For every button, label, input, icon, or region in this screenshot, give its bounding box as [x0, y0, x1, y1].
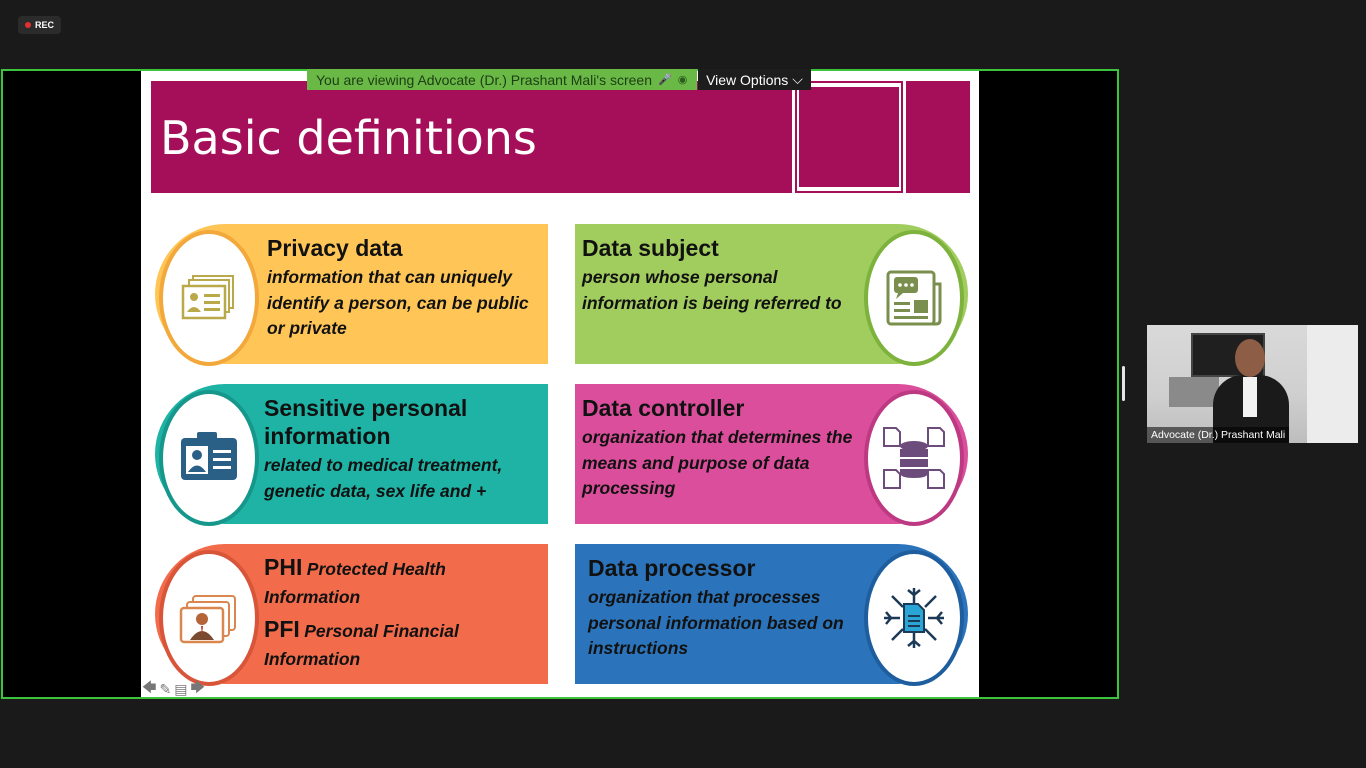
title-decoration-right — [906, 81, 970, 193]
database-documents-icon — [883, 427, 945, 489]
slide-navigation-tools: 🡄 ✎ ▤ 🡆 — [142, 679, 205, 698]
card-title: Privacy data — [267, 235, 403, 261]
banner-text: You are viewing Advocate (Dr.) Prashant … — [316, 71, 652, 88]
recording-indicator: REC — [18, 16, 61, 34]
user-cards-icon — [179, 595, 236, 644]
background-door — [1307, 325, 1358, 443]
card-description: organization that determines the means a… — [582, 427, 853, 498]
presentation-slide: Basic definitions Privacy data informati… — [141, 71, 979, 697]
id-cards-icon — [181, 275, 234, 320]
chevron-down-icon: ⌵ — [792, 71, 803, 87]
card-icon-frame — [159, 550, 259, 686]
card-data-controller: Data controller organization that determ… — [575, 384, 968, 526]
card-data-processor: Data processor organization that process… — [575, 544, 968, 686]
participant-video-tile[interactable]: Advocate (Dr.) Prashant Mali — [1147, 325, 1358, 443]
card-privacy-data: Privacy data information that can unique… — [155, 224, 548, 366]
participant-name: Advocate (Dr.) Prashant Mali — [1147, 427, 1290, 443]
card-icon-frame — [159, 230, 259, 366]
phi-term: PHI — [264, 554, 303, 580]
card-icon-frame — [864, 230, 964, 366]
background-shelf — [1169, 377, 1219, 407]
card-icon-frame — [159, 390, 259, 526]
card-title: Data subject — [582, 235, 719, 261]
panel-resize-handle[interactable] — [1122, 366, 1125, 401]
card-phi-pfi: PHI Protected Health Information PFI Per… — [155, 544, 548, 686]
card-description: organization that processes personal inf… — [588, 587, 844, 658]
recording-label: REC — [34, 20, 54, 30]
pen-tool-icon[interactable]: ✎ — [159, 681, 171, 698]
slide-menu-icon[interactable]: ▤ — [174, 681, 187, 698]
id-badge-icon — [181, 432, 237, 480]
previous-slide-icon[interactable]: 🡄 — [142, 677, 156, 701]
newspaper-chat-icon — [886, 270, 942, 326]
participant-head — [1235, 339, 1265, 377]
record-dot-icon — [24, 22, 31, 28]
card-description: information that can uniquely identify a… — [267, 267, 529, 338]
card-data-subject: Data subject person whose personal infor… — [575, 224, 968, 366]
participant-shirt — [1243, 377, 1257, 417]
screen-share-banner: You are viewing Advocate (Dr.) Prashant … — [307, 69, 697, 90]
card-description: person whose personal information is bei… — [582, 267, 842, 313]
view-options-button[interactable]: View Options ⌵ — [698, 69, 811, 90]
muted-mic-icon: 🎤 — [658, 74, 672, 86]
card-icon-frame — [864, 550, 964, 686]
card-title: Sensitive personal information — [264, 395, 468, 449]
card-title: Data processor — [588, 555, 756, 581]
slide-title-bar: Basic definitions — [151, 81, 792, 193]
card-title: Data controller — [582, 395, 745, 421]
pfi-term: PFI — [264, 616, 300, 642]
card-icon-frame — [864, 390, 964, 526]
card-description: related to medical treatment, genetic da… — [264, 455, 503, 501]
card-sensitive-personal-information: Sensitive personal information related t… — [155, 384, 548, 526]
status-dot-icon: ◉ — [677, 74, 688, 86]
next-slide-icon[interactable]: 🡆 — [190, 677, 204, 701]
slide-title: Basic definitions — [160, 111, 537, 165]
view-options-label: View Options — [706, 71, 789, 88]
title-decoration-square — [799, 87, 899, 187]
shared-screen[interactable]: Basic definitions Privacy data informati… — [1, 69, 1119, 699]
document-network-icon — [884, 588, 944, 648]
